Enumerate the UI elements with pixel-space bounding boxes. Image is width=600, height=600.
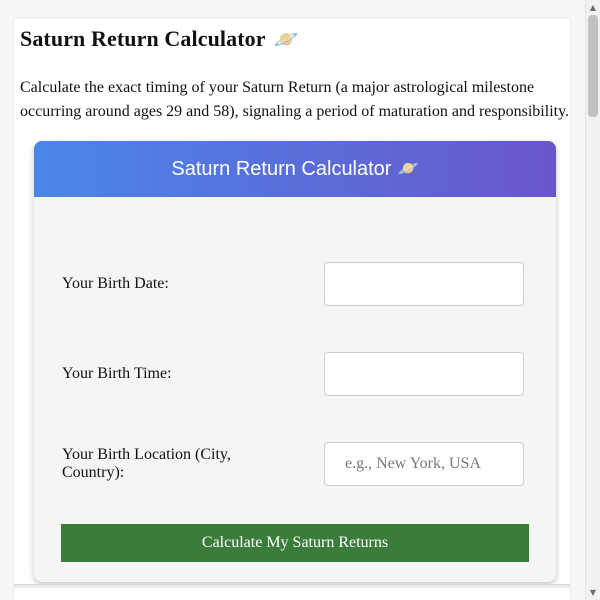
results-panel-edge	[14, 584, 570, 600]
calculate-saturn-returns-button[interactable]: Calculate My Saturn Returns	[61, 524, 529, 562]
page-title: Saturn Return Calculator 🪐	[20, 24, 299, 54]
intro-text: Calculate the exact timing of your Satur…	[20, 79, 570, 120]
page-title-text: Saturn Return Calculator	[20, 26, 266, 51]
birth-time-input[interactable]	[324, 352, 524, 396]
main-content: Saturn Return Calculator 🪐 Calculate the…	[14, 18, 570, 600]
planet-icon: 🪐	[273, 27, 299, 51]
planet-icon: 🪐	[397, 159, 419, 179]
birth-location-input[interactable]	[324, 442, 524, 486]
birth-date-label: Your Birth Date:	[62, 275, 169, 292]
birth-time-label: Your Birth Time:	[62, 365, 172, 382]
vertical-scrollbar[interactable]: ▲ ▼	[585, 0, 600, 600]
birth-date-input[interactable]	[324, 262, 524, 306]
scroll-up-icon[interactable]: ▲	[586, 0, 600, 15]
birth-date-row: Your Birth Date:	[62, 262, 524, 306]
results-panel-divider	[14, 585, 570, 588]
birth-location-row: Your Birth Location (City, Country):	[62, 442, 524, 486]
page-viewport: Saturn Return Calculator 🪐 Calculate the…	[0, 0, 600, 600]
scroll-down-icon[interactable]: ▼	[586, 585, 600, 600]
birth-time-row: Your Birth Time:	[62, 352, 524, 396]
scrollbar-thumb[interactable]	[588, 15, 598, 117]
calculator-header: Saturn Return Calculator 🪐	[34, 141, 556, 197]
birth-location-label: Your Birth Location (City, Country):	[62, 446, 231, 481]
saturn-calculator-card: Saturn Return Calculator 🪐 Your Birth Da…	[34, 141, 556, 582]
calculator-title: Saturn Return Calculator	[171, 157, 392, 180]
